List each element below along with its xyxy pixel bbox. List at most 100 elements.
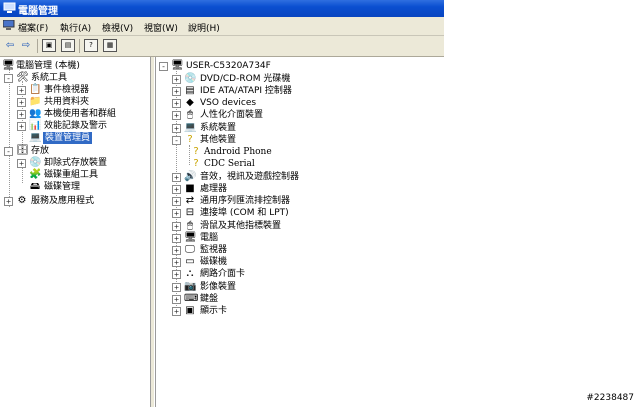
expand-icon[interactable]: +	[172, 246, 181, 255]
tree-item-label: 事件檢視器	[44, 85, 90, 95]
processor-icon: ■	[185, 183, 195, 194]
expand-icon[interactable]: +	[172, 75, 181, 84]
other-device-icon: ?	[187, 134, 193, 145]
category-label: VSO devices	[200, 98, 257, 108]
category-label: IDE ATA/ATAPI 控制器	[200, 86, 292, 96]
pane-splitter[interactable]	[151, 57, 154, 407]
unknown-device-icon: ?	[193, 146, 199, 157]
menu-action[interactable]: 執行(A)	[60, 21, 91, 34]
computer-icon: 🖥	[184, 232, 197, 243]
menu-window[interactable]: 視窗(W)	[144, 21, 178, 34]
tree-item-label: 效能記錄及警示	[44, 121, 108, 131]
device-tree-pane[interactable]: - 🖥 USER-C5320A734F + 💿 DVD/CD-ROM 光碟機 +…	[155, 57, 445, 407]
console-tree-pane[interactable]: 🖥 電腦管理 (本機) - 🛠 系統工具 + 📋 事件檢視器 + 📁 共用資料夾…	[0, 57, 151, 407]
expand-icon[interactable]: +	[172, 209, 181, 218]
collapse-icon[interactable]: -	[4, 147, 13, 156]
back-icon[interactable]: ⇦	[3, 39, 17, 52]
tree-item-label: 共用資料夾	[44, 97, 90, 107]
toolbar: ⇦ ⇨ ▣ ▤ ? ▦	[0, 36, 444, 57]
tree-item-label: 服務及應用程式	[31, 196, 95, 206]
tree-item-label: 裝置管理員	[43, 132, 93, 144]
system-device-icon: 💻	[184, 122, 197, 133]
expand-icon[interactable]: +	[172, 234, 181, 243]
window-title: 電腦管理	[18, 6, 58, 17]
computer-icon: 🖥	[2, 60, 15, 71]
expand-icon[interactable]: +	[172, 185, 181, 194]
collapse-icon[interactable]: -	[4, 74, 13, 83]
device-label: Android Phone	[204, 147, 272, 157]
mouse-icon: 🖱	[187, 220, 193, 231]
event-viewer-icon: 📋	[29, 84, 42, 95]
properties-icon[interactable]: ▦	[103, 39, 117, 52]
category-label: 影像裝置	[200, 282, 237, 292]
tree-item-label: 卸除式存放裝置	[44, 158, 108, 168]
menu-view[interactable]: 檢視(V)	[102, 21, 133, 34]
folder-icon: 📁	[29, 96, 42, 107]
menu-file[interactable]: 檔案(F)	[18, 21, 48, 34]
computer-management-icon	[3, 2, 16, 14]
expand-icon[interactable]: +	[172, 307, 181, 316]
menu-help[interactable]: 說明(H)	[188, 21, 220, 34]
system-menu-icon[interactable]	[2, 19, 15, 34]
category-label: 網路介面卡	[200, 269, 246, 279]
up-folder-icon[interactable]: ▣	[42, 39, 56, 52]
expand-icon[interactable]: +	[172, 111, 181, 120]
watermark: #2238487	[586, 393, 634, 403]
category-label: 通用序列匯流排控制器	[200, 196, 291, 206]
help-icon[interactable]: ?	[84, 39, 98, 52]
expand-icon[interactable]: +	[4, 197, 13, 206]
category-label: 磁碟機	[200, 257, 228, 267]
disk-drive-icon: ▭	[185, 256, 195, 267]
expand-icon[interactable]: +	[17, 98, 26, 107]
expand-icon[interactable]: +	[172, 283, 181, 292]
expand-icon[interactable]: +	[172, 222, 181, 231]
expand-icon[interactable]: +	[172, 258, 181, 267]
expand-icon[interactable]: +	[17, 86, 26, 95]
category-label: DVD/CD-ROM 光碟機	[200, 74, 291, 84]
ide-controller-icon: ▤	[185, 85, 195, 96]
services-icon: ⚙	[17, 195, 27, 206]
device-manager-icon: 💻	[29, 132, 42, 143]
disk-management-icon: 🖴	[29, 181, 41, 192]
category-label: 系統裝置	[200, 123, 237, 133]
collapse-icon[interactable]: -	[172, 136, 181, 145]
tree-item-label: 存放	[31, 146, 50, 156]
usb-icon: ⇄	[185, 195, 195, 206]
monitor-icon: 🖵	[185, 244, 195, 255]
keyboard-icon: ⌨	[184, 293, 199, 304]
category-label: 顯示卡	[200, 306, 228, 316]
sound-icon: 🔊	[184, 171, 197, 182]
root-label: USER-C5320A734F	[186, 61, 271, 71]
tree-item-label: 本機使用者和群組	[44, 109, 117, 119]
expand-icon[interactable]: +	[172, 173, 181, 182]
expand-icon[interactable]: +	[17, 159, 26, 168]
network-adapter-icon: ⛬	[186, 268, 194, 279]
expand-icon[interactable]: +	[17, 110, 26, 119]
tree-item-label: 磁碟重組工具	[44, 170, 99, 180]
tree-item-label: 磁碟管理	[44, 182, 81, 192]
unknown-device-icon: ?	[193, 158, 199, 169]
tools-icon: 🛠	[16, 72, 29, 83]
storage-icon: 🗄	[16, 145, 29, 156]
toolbar-separator	[37, 39, 38, 53]
category-label: 其他裝置	[200, 135, 237, 145]
expand-icon[interactable]: +	[172, 295, 181, 304]
expand-icon[interactable]: +	[172, 124, 181, 133]
category-label: 連接埠 (COM 和 LPT)	[200, 208, 289, 218]
hid-icon: 🖱	[187, 109, 193, 120]
expand-icon[interactable]: +	[172, 87, 181, 96]
expand-icon[interactable]: +	[172, 270, 181, 279]
expand-icon[interactable]: +	[172, 197, 181, 206]
expand-icon[interactable]: +	[17, 122, 26, 131]
show-hide-tree-icon[interactable]: ▤	[61, 39, 75, 52]
category-label: 處理器	[200, 184, 228, 194]
collapse-icon[interactable]: -	[159, 62, 168, 71]
title-bar[interactable]: 電腦管理	[0, 0, 444, 17]
category-label: 電腦	[200, 233, 219, 243]
expand-icon[interactable]: +	[172, 99, 181, 108]
forward-icon[interactable]: ⇨	[19, 39, 33, 52]
category-label: 音效，視訊及遊戲控制器	[200, 172, 300, 182]
menu-bar: 檔案(F) 執行(A) 檢視(V) 視窗(W) 說明(H)	[0, 17, 444, 36]
category-label: 滑鼠及其他指標裝置	[200, 221, 282, 231]
performance-icon: 📊	[29, 120, 42, 131]
